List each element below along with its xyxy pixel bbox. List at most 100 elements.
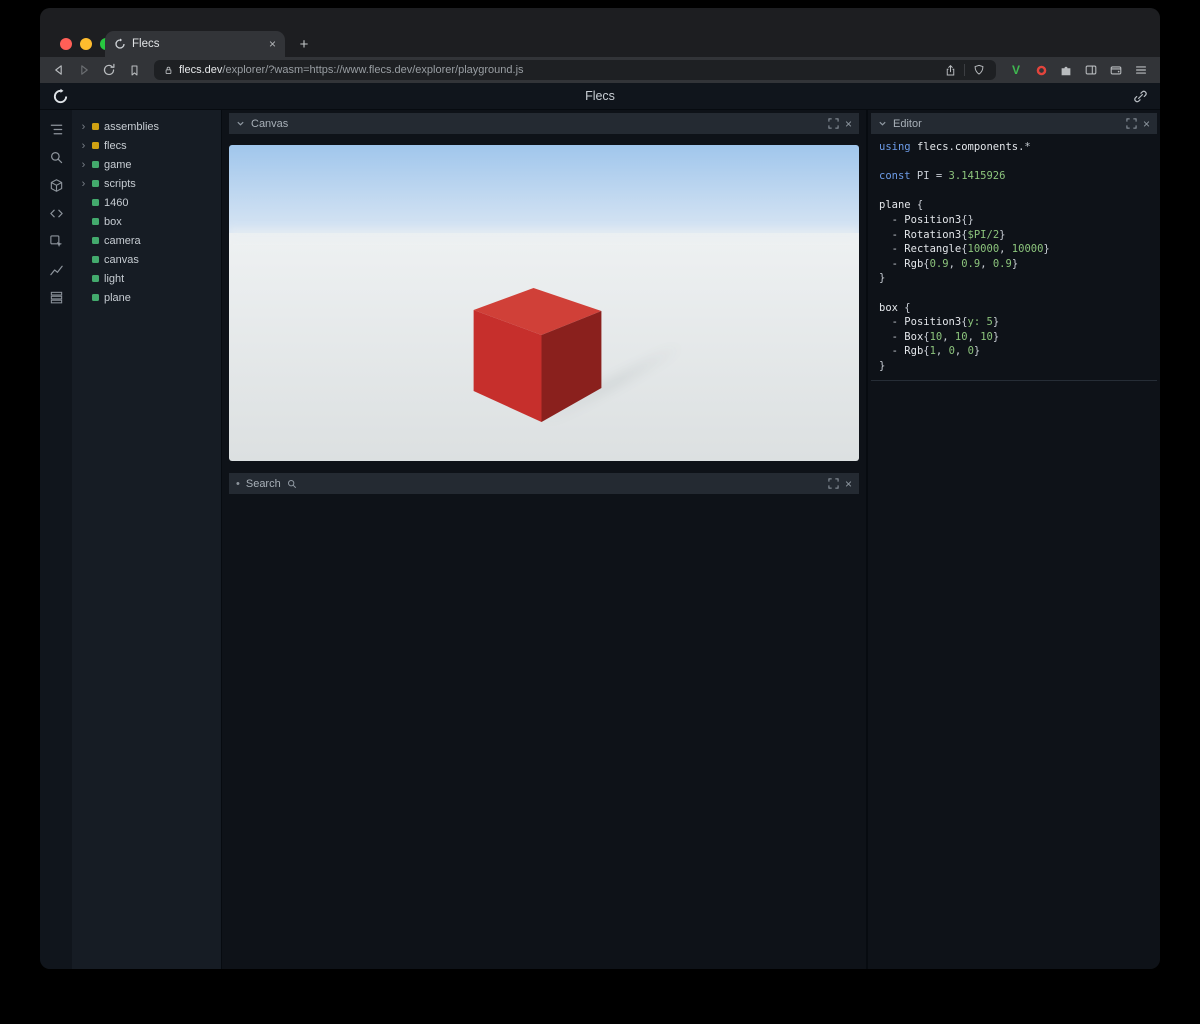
chevron-down-icon[interactable] bbox=[236, 119, 245, 128]
reload-icon[interactable] bbox=[100, 61, 118, 79]
expand-arrow-icon[interactable]: › bbox=[80, 140, 87, 152]
tree-item-label: light bbox=[104, 273, 124, 285]
code-line: - Position3{} bbox=[879, 213, 1149, 228]
sky bbox=[229, 145, 859, 241]
forward-icon[interactable] bbox=[75, 61, 93, 79]
code-line: - Rgb{0.9, 0.9, 0.9} bbox=[879, 257, 1149, 272]
entity-color-square bbox=[92, 237, 99, 244]
code-line: - Position3{y: 5} bbox=[879, 315, 1149, 330]
code-icon[interactable] bbox=[47, 204, 65, 222]
tree-item-1460[interactable]: 1460 bbox=[72, 193, 221, 212]
expand-icon[interactable] bbox=[828, 478, 839, 489]
extensions-puzzle-icon[interactable] bbox=[1057, 61, 1075, 79]
entity-color-square bbox=[92, 294, 99, 301]
entity-color-square bbox=[92, 161, 99, 168]
back-icon[interactable] bbox=[50, 61, 68, 79]
entity-color-square bbox=[92, 180, 99, 187]
entity-color-square bbox=[92, 199, 99, 206]
close-window-button[interactable] bbox=[60, 38, 72, 50]
tree-item-scripts[interactable]: ›scripts bbox=[72, 174, 221, 193]
tree-item-plane[interactable]: plane bbox=[72, 288, 221, 307]
collapsed-bullet-icon[interactable]: • bbox=[236, 478, 240, 490]
main-area: ›assemblies›flecs›game›scripts1460boxcam… bbox=[40, 110, 1160, 969]
code-line bbox=[879, 286, 1149, 301]
queries-icon[interactable] bbox=[47, 288, 65, 306]
code-line: box { bbox=[879, 301, 1149, 316]
code-line: } bbox=[879, 271, 1149, 286]
wallet-icon[interactable] bbox=[1107, 61, 1125, 79]
sidebar-toggle-icon[interactable] bbox=[1082, 61, 1100, 79]
entity-color-square bbox=[92, 218, 99, 225]
stats-icon[interactable] bbox=[47, 260, 65, 278]
tree-item-canvas[interactable]: canvas bbox=[72, 250, 221, 269]
code-line: plane { bbox=[879, 198, 1149, 213]
editor-panel-title: Editor bbox=[893, 118, 922, 130]
tree-item-assemblies[interactable]: ›assemblies bbox=[72, 117, 221, 136]
expand-arrow-icon[interactable]: › bbox=[80, 159, 87, 171]
bookmark-icon[interactable] bbox=[125, 61, 143, 79]
search-panel-header[interactable]: • Search × bbox=[229, 473, 859, 494]
tree-item-light[interactable]: light bbox=[72, 269, 221, 288]
editor-code[interactable]: using flecs.components.* const PI = 3.14… bbox=[871, 134, 1157, 374]
browser-tab[interactable]: Flecs × bbox=[105, 31, 285, 57]
tree-icon[interactable] bbox=[47, 120, 65, 138]
minimize-window-button[interactable] bbox=[80, 38, 92, 50]
tree-item-flecs[interactable]: › flecs bbox=[72, 136, 221, 155]
shield-icon[interactable] bbox=[970, 61, 988, 79]
tree-item-label: plane bbox=[104, 292, 131, 304]
close-icon[interactable]: × bbox=[845, 118, 852, 130]
url-text: flecs.dev/explorer/?wasm=https://www.fle… bbox=[179, 64, 936, 76]
tree-item-label: flecs bbox=[104, 140, 127, 152]
tree-item-camera[interactable]: camera bbox=[72, 231, 221, 250]
horizon bbox=[229, 229, 859, 237]
tab-strip: Flecs × + bbox=[40, 8, 1160, 57]
search-small-icon bbox=[287, 479, 297, 489]
extension-red-icon[interactable] bbox=[1032, 61, 1050, 79]
entity-color-square bbox=[92, 142, 99, 149]
tree-item-label: box bbox=[104, 216, 122, 228]
navigation-bar: flecs.dev/explorer/?wasm=https://www.fle… bbox=[40, 57, 1160, 83]
close-icon[interactable]: × bbox=[845, 478, 852, 490]
tab-title: Flecs bbox=[132, 38, 263, 50]
entity-tree: ›assemblies›flecs›game›scripts1460boxcam… bbox=[72, 110, 221, 969]
inspect-icon[interactable] bbox=[47, 232, 65, 250]
chevron-down-icon[interactable] bbox=[878, 119, 887, 128]
code-line: } bbox=[879, 359, 1149, 374]
code-line bbox=[879, 155, 1149, 170]
expand-icon[interactable] bbox=[1126, 118, 1137, 129]
code-line: - Rectangle{10000, 10000} bbox=[879, 242, 1149, 257]
entities-icon[interactable] bbox=[47, 176, 65, 194]
expand-icon[interactable] bbox=[828, 118, 839, 129]
lock-icon bbox=[162, 64, 174, 76]
address-bar[interactable]: flecs.dev/explorer/?wasm=https://www.fle… bbox=[154, 60, 996, 80]
code-line bbox=[879, 184, 1149, 199]
tree-item-box[interactable]: box bbox=[72, 212, 221, 231]
menu-icon[interactable] bbox=[1132, 61, 1150, 79]
new-tab-button[interactable]: + bbox=[294, 34, 314, 54]
tab-favicon-icon bbox=[114, 38, 126, 50]
search-icon[interactable] bbox=[47, 148, 65, 166]
app-header: Flecs bbox=[40, 83, 1160, 110]
tree-item-label: camera bbox=[104, 235, 141, 247]
url-path: /explorer/?wasm=https://www.flecs.dev/ex… bbox=[222, 64, 523, 76]
editor-column: Editor × using flecs.components.* const … bbox=[866, 110, 1160, 969]
expand-arrow-icon[interactable]: › bbox=[80, 178, 87, 190]
tab-close-icon[interactable]: × bbox=[269, 38, 276, 50]
share-icon[interactable] bbox=[941, 61, 959, 79]
search-panel-title: Search bbox=[246, 478, 281, 490]
expand-arrow-icon[interactable]: › bbox=[80, 121, 87, 133]
extension-v-icon[interactable]: V bbox=[1007, 61, 1025, 79]
editor-panel: Editor × using flecs.components.* const … bbox=[871, 113, 1157, 381]
editor-panel-header[interactable]: Editor × bbox=[871, 113, 1157, 134]
render-canvas[interactable] bbox=[229, 145, 859, 461]
page-title: Flecs bbox=[40, 89, 1160, 103]
close-icon[interactable]: × bbox=[1143, 118, 1150, 130]
code-line: - Rotation3{$PI/2} bbox=[879, 228, 1149, 243]
code-line: - Rgb{1, 0, 0} bbox=[879, 344, 1149, 359]
url-domain: flecs.dev bbox=[179, 64, 222, 76]
3d-scene bbox=[229, 145, 859, 461]
canvas-panel-header[interactable]: Canvas × bbox=[229, 113, 859, 134]
tree-item-label: game bbox=[104, 159, 132, 171]
tree-item-game[interactable]: › game bbox=[72, 155, 221, 174]
code-line: const PI = 3.1415926 bbox=[879, 169, 1149, 184]
